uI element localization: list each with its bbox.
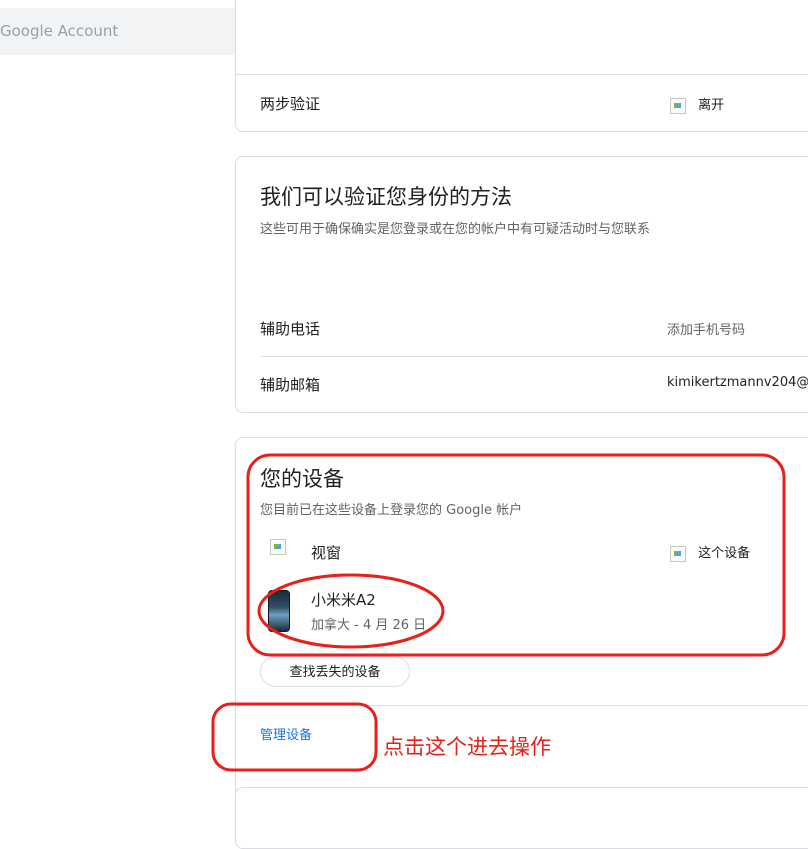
annotation-phone-circle bbox=[257, 573, 445, 649]
annotation-manage-box bbox=[211, 702, 378, 772]
annotation-overlay bbox=[211, 453, 786, 772]
annotation-text: 点击这个进去操作 bbox=[383, 735, 551, 759]
annotation-devices-box bbox=[246, 453, 786, 657]
